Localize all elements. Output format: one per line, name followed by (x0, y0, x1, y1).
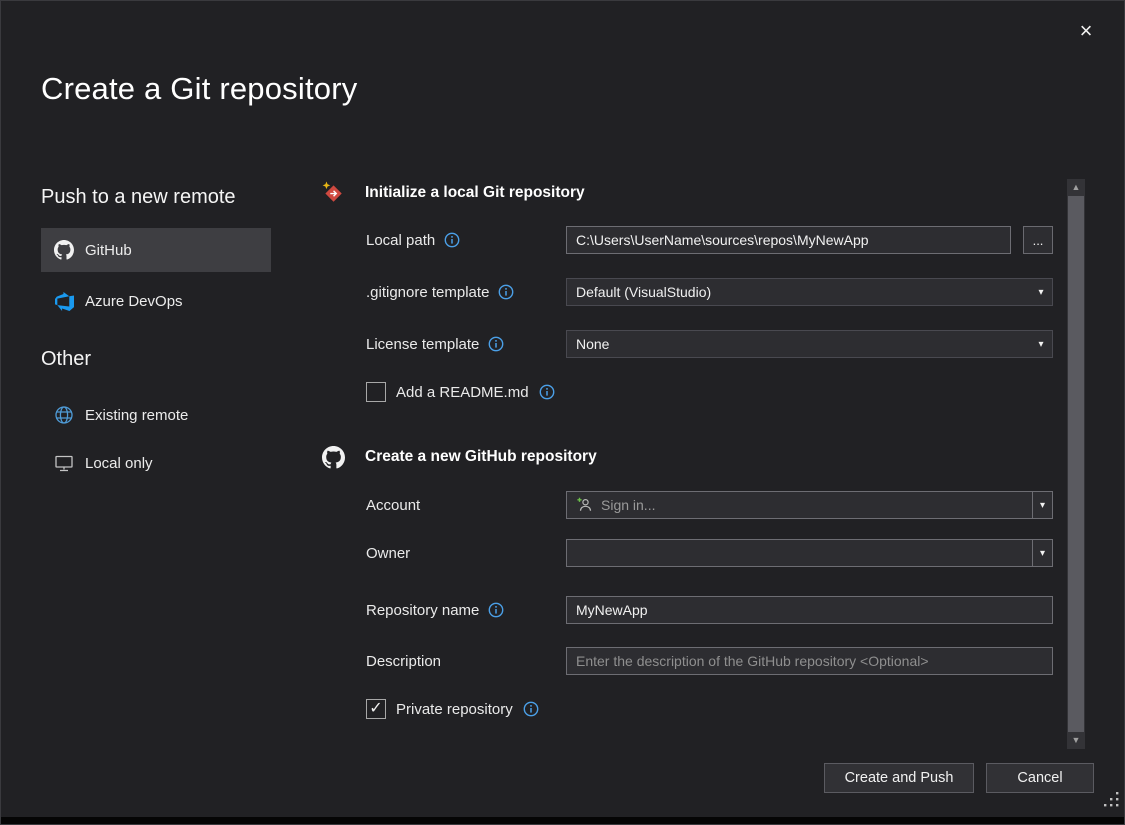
scroll-up-icon[interactable]: ▲ (1067, 179, 1085, 196)
sidebar-item-azure-devops[interactable]: Azure DevOps (41, 279, 271, 323)
github-icon (54, 240, 74, 260)
info-icon[interactable] (488, 336, 504, 352)
create-git-repo-dialog: × Create a Git repository Push to a new … (0, 0, 1125, 825)
owner-dropdown[interactable]: ▾ (566, 539, 1053, 567)
info-icon[interactable] (523, 701, 539, 717)
sidebar-item-label: Existing remote (85, 407, 188, 424)
repository-name-label-group: Repository name (366, 602, 566, 619)
description-input[interactable] (566, 647, 1053, 675)
dialog-title: Create a Git repository (41, 71, 357, 107)
monitor-icon (54, 453, 74, 473)
repository-name-input[interactable] (566, 596, 1053, 624)
sidebar-item-existing-remote[interactable]: Existing remote (41, 393, 271, 437)
cancel-button[interactable]: Cancel (986, 763, 1094, 793)
scrollbar[interactable]: ▲ ▼ (1067, 179, 1085, 749)
github-section-title: Create a new GitHub repository (365, 448, 597, 466)
dropdown-caret-icon: ▾ (1032, 492, 1052, 518)
readme-label: Add a README.md (396, 384, 529, 401)
sign-in-person-icon (576, 497, 594, 513)
private-checkbox[interactable]: ✓ (366, 699, 386, 719)
repository-name-label: Repository name (366, 602, 479, 619)
dropdown-caret-icon: ▾ (1030, 331, 1052, 357)
azure-devops-icon (54, 291, 74, 311)
license-label-group: License template (366, 336, 566, 353)
local-path-label: Local path (366, 232, 435, 249)
github-icon (321, 445, 345, 469)
create-and-push-button[interactable]: Create and Push (824, 763, 974, 793)
gitignore-row: .gitignore template Default (VisualStudi… (366, 278, 1053, 306)
dropdown-caret-icon: ▾ (1030, 279, 1052, 305)
owner-row: Owner ▾ (366, 539, 1053, 567)
init-section-header: Initialize a local Git repository (321, 181, 585, 205)
sidebar-item-label: Azure DevOps (85, 293, 183, 310)
repository-name-row: Repository name (366, 596, 1053, 624)
description-label: Description (366, 653, 441, 670)
local-path-input[interactable] (566, 226, 1011, 254)
license-row: License template None ▾ (366, 330, 1053, 358)
description-row: Description (366, 647, 1053, 675)
license-label: License template (366, 336, 479, 353)
readme-row: Add a README.md (366, 381, 555, 403)
owner-label: Owner (366, 545, 410, 562)
scroll-down-icon[interactable]: ▼ (1067, 732, 1085, 749)
close-button[interactable]: × (1068, 15, 1104, 47)
info-icon[interactable] (488, 602, 504, 618)
info-icon[interactable] (539, 384, 555, 400)
browse-button[interactable]: ... (1023, 226, 1053, 254)
info-icon[interactable] (498, 284, 514, 300)
private-repo-row: ✓ Private repository (366, 698, 539, 720)
gitignore-label: .gitignore template (366, 284, 489, 301)
readme-checkbox[interactable] (366, 382, 386, 402)
gitignore-value: Default (VisualStudio) (576, 284, 1030, 300)
account-row: Account Sign in... ▾ (366, 491, 1053, 519)
local-path-row: Local path ... (366, 226, 1053, 254)
sidebar-item-label: Local only (85, 455, 153, 472)
account-label-group: Account (366, 497, 566, 514)
sidebar-item-label: GitHub (85, 242, 132, 259)
scrollbar-thumb[interactable] (1068, 196, 1084, 732)
gitignore-dropdown[interactable]: Default (VisualStudio) ▾ (566, 278, 1053, 306)
resize-grip[interactable] (1101, 789, 1121, 814)
info-icon[interactable] (444, 232, 460, 248)
init-section-title: Initialize a local Git repository (365, 184, 585, 202)
account-value: Sign in... (601, 497, 1032, 513)
github-section-header: Create a new GitHub repository (321, 445, 597, 469)
license-dropdown[interactable]: None ▾ (566, 330, 1053, 358)
description-label-group: Description (366, 653, 566, 670)
dropdown-caret-icon: ▾ (1032, 540, 1052, 566)
push-remote-heading: Push to a new remote (41, 186, 236, 209)
account-label: Account (366, 497, 420, 514)
globe-icon (54, 405, 74, 425)
local-path-label-group: Local path (366, 232, 566, 249)
other-heading: Other (41, 348, 91, 371)
gitignore-label-group: .gitignore template (366, 284, 566, 301)
sidebar-item-github[interactable]: GitHub (41, 228, 271, 272)
private-label: Private repository (396, 701, 513, 718)
account-dropdown[interactable]: Sign in... ▾ (566, 491, 1053, 519)
bottom-edge (1, 817, 1124, 824)
license-value: None (576, 336, 1030, 352)
sidebar-item-local-only[interactable]: Local only (41, 441, 271, 485)
owner-label-group: Owner (366, 545, 566, 562)
checkmark-icon: ✓ (369, 701, 382, 717)
new-repo-icon (321, 181, 345, 205)
